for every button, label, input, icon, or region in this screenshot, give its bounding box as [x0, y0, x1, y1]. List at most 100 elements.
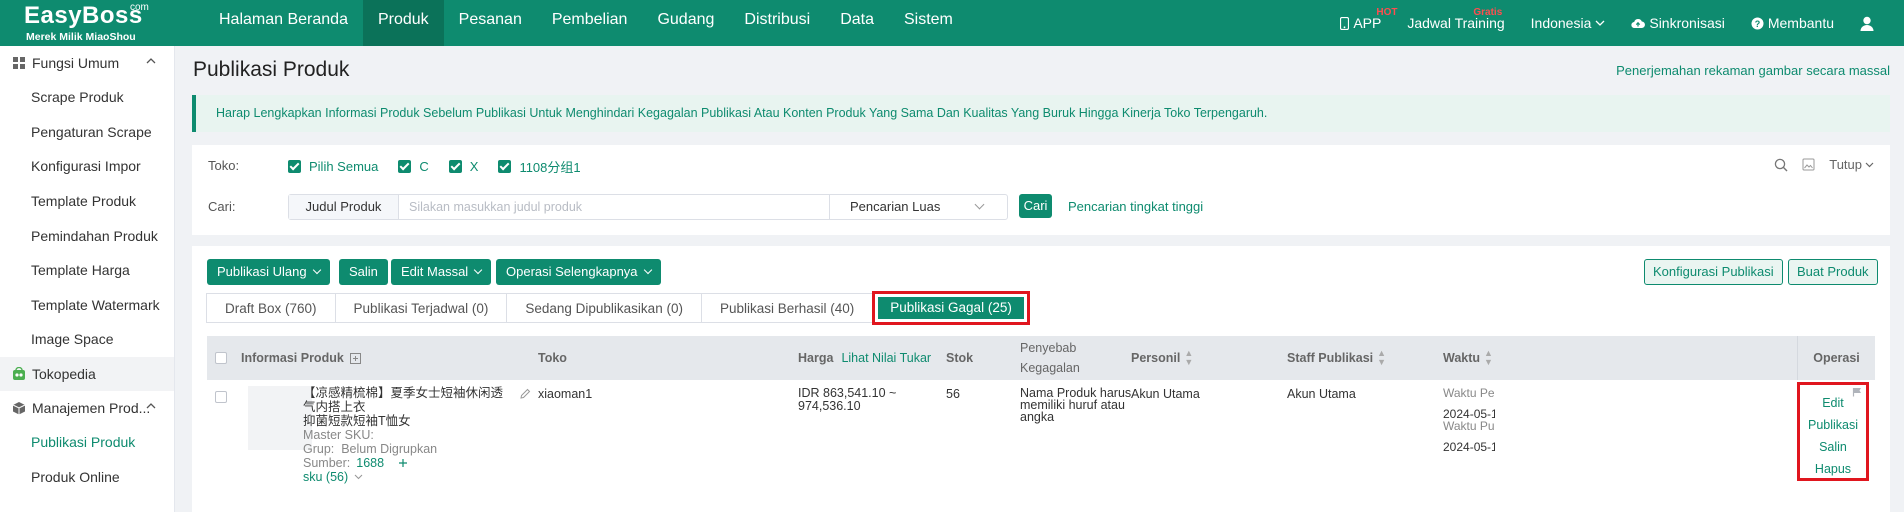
training-schedule-link[interactable]: Jadwal Training Gratis [1407, 7, 1504, 31]
store-option-label: Pilih Semua [309, 159, 379, 174]
checkbox-checked-icon [288, 160, 301, 173]
search-icon[interactable] [1774, 158, 1788, 172]
group-info: Grup: Belum Digrupkan [303, 442, 533, 456]
delete-button[interactable]: Hapus [1800, 462, 1866, 476]
sidebar-group-manajemen-produk[interactable]: Manajemen Prod... [0, 391, 174, 425]
nav-pesanan[interactable]: Pesanan [444, 0, 537, 46]
nav-sistem[interactable]: Sistem [889, 0, 968, 46]
nav-home[interactable]: Halaman Beranda [204, 0, 363, 46]
table-row: 【凉感精梳棉】夏季女士短袖休闲透气内搭上衣 抑菌短款短袖T恤女 Master S… [207, 380, 1875, 512]
sidebar-item-konfigurasi-impor[interactable]: Konfigurasi Impor [0, 149, 174, 184]
sidebar-item-template-harga[interactable]: Template Harga [0, 253, 174, 288]
main-nav: Halaman Beranda Produk Pesanan Pembelian… [204, 0, 968, 46]
sync-button[interactable]: Sinkronisasi [1631, 15, 1725, 31]
sort-icon: ▲ ▼ [1484, 348, 1493, 367]
chevron-down-icon [473, 265, 483, 275]
tab-draft-box[interactable]: Draft Box (760) [206, 293, 336, 323]
col-personnel[interactable]: Personil ▲ ▼ [1131, 336, 1193, 380]
select-all-checkbox[interactable] [215, 336, 227, 380]
col-time-label: Waktu [1443, 351, 1481, 365]
exchange-rate-link[interactable]: Lihat Nilai Tukar [841, 351, 931, 365]
col-price-label: Harga [798, 351, 834, 365]
help-button[interactable]: ? Membantu [1751, 15, 1834, 31]
chevron-up-icon [146, 58, 156, 64]
more-operations-dropdown-button[interactable]: Operasi Selengkapnya [496, 259, 661, 285]
language-label: Indonesia [1530, 15, 1592, 31]
create-product-button[interactable]: Buat Produk [1788, 259, 1878, 285]
sidebar-item-pengaturan-scrape[interactable]: Pengaturan Scrape [0, 115, 174, 150]
expand-icon[interactable] [349, 352, 361, 364]
search-mode-select[interactable]: Pencarian Luas [829, 195, 1007, 219]
sidebar-group-fungsi-umum[interactable]: Fungsi Umum [0, 46, 174, 80]
publish-button[interactable]: Publikasi [1800, 418, 1866, 432]
nav-pembelian[interactable]: Pembelian [537, 0, 643, 46]
advanced-search-link[interactable]: Pencarian tingkat tinggi [1068, 199, 1203, 214]
user-avatar[interactable] [1860, 16, 1874, 31]
store-checkbox-x[interactable]: X [448, 157, 479, 176]
tab-publishing[interactable]: Sedang Dipublikasikan (0) [506, 293, 702, 323]
nav-distribusi[interactable]: Distribusi [729, 0, 825, 46]
col-store: Toko [538, 351, 567, 365]
sidebar-item-template-watermark[interactable]: Template Watermark [0, 288, 174, 323]
notice-banner: Harap Lengkapkan Informasi Produk Sebelu… [192, 95, 1890, 132]
group-value: Belum Digrupkan [341, 442, 438, 456]
search-field-select[interactable]: Judul Produk [289, 195, 399, 219]
publish-staff-cell: Akun Utama [1287, 387, 1356, 401]
store-checkbox-select-all[interactable]: Pilih Semua [288, 157, 378, 176]
sidebar-item-produk-online[interactable]: Produk Online [0, 459, 174, 494]
sidebar-item-template-produk[interactable]: Template Produk [0, 184, 174, 219]
sidebar-item-image-space[interactable]: Image Space [0, 322, 174, 357]
bulk-edit-dropdown-button[interactable]: Edit Massal [391, 259, 492, 285]
product-title[interactable]: 【凉感精梳棉】夏季女士短袖休闲透气内搭上衣 抑菌短款短袖T恤女 [303, 386, 533, 428]
product-info-cell: 【凉感精梳棉】夏季女士短袖休闲透气内搭上衣 抑菌短款短袖T恤女 Master S… [303, 386, 533, 484]
nav-produk[interactable]: Produk [362, 0, 444, 46]
tab-publish-failed[interactable]: Publikasi Gagal (25) [872, 291, 1030, 325]
language-select[interactable]: Indonesia [1531, 15, 1606, 31]
stock-cell: 56 [946, 387, 960, 401]
search-input[interactable] [399, 195, 829, 219]
store-checkbox-1108[interactable]: 1108分组1 [498, 157, 581, 176]
nav-data[interactable]: Data [825, 0, 889, 46]
republish-dropdown-button[interactable]: Publikasi Ulang [207, 259, 330, 285]
failure-reason-line3: angka [1020, 410, 1055, 424]
row-checkbox[interactable] [215, 391, 227, 406]
price-line2: 974,536.10 [798, 399, 861, 413]
edit-title-icon[interactable] [520, 388, 531, 399]
sku-toggle[interactable]: sku (56) [303, 470, 533, 484]
copy-button[interactable]: Salin [339, 259, 388, 285]
logo[interactable]: EasyBoss com Merek Milik MiaoShou [24, 2, 154, 44]
app-button[interactable]: APP HOT [1340, 7, 1397, 31]
col-failure-reason: Penyebab Kegagalan [1020, 336, 1080, 380]
nav-gudang[interactable]: Gudang [642, 0, 729, 46]
search-button[interactable]: Cari [1019, 194, 1052, 218]
sidebar-item-publikasi-produk[interactable]: Publikasi Produk [0, 425, 174, 460]
tab-scheduled[interactable]: Publikasi Terjadwal (0) [334, 293, 508, 323]
col-time[interactable]: Waktu ▲ ▼ [1443, 336, 1493, 380]
bulk-image-translation-link[interactable]: Penerjemahan rekaman gambar secara massa… [1616, 63, 1890, 78]
plus-icon[interactable] [398, 458, 408, 468]
phone-icon [1340, 16, 1350, 30]
store-option-label: X [469, 159, 479, 174]
sidebar-item-pemindahan-produk[interactable]: Pemindahan Produk [0, 218, 174, 253]
image-search-icon[interactable] [1802, 158, 1815, 171]
product-title-line1: 【凉感精梳棉】夏季女士短袖休闲透气内搭上衣 [303, 386, 504, 414]
tab-published-success[interactable]: Publikasi Berhasil (40) [700, 293, 874, 323]
search-label: Cari: [208, 199, 236, 214]
collapse-toggle[interactable]: Tutup [1829, 157, 1874, 172]
publish-config-button[interactable]: Konfigurasi Publikasi [1644, 259, 1783, 285]
chevron-down-icon [974, 199, 985, 210]
sidebar-group-label: Manajemen Prod... [32, 399, 151, 416]
help-icon: ? [1751, 17, 1764, 29]
search-bar: Judul Produk Pencarian Luas [288, 194, 1008, 220]
edit-button[interactable]: Edit [1800, 396, 1866, 410]
price-cell: IDR 863,541.10 ~ 974,536.10 [798, 387, 896, 413]
search-mode-label: Pencarian Luas [850, 199, 941, 214]
source-link[interactable]: 1688 [356, 456, 384, 470]
sidebar-item-scrape-produk[interactable]: Scrape Produk [0, 80, 174, 115]
sidebar-group-tokopedia[interactable]: Tokopedia [0, 356, 174, 391]
grid-icon [13, 57, 25, 69]
col-publish-staff[interactable]: Staff Publikasi ▲ ▼ [1287, 336, 1386, 380]
copy-row-button[interactable]: Salin [1800, 440, 1866, 454]
store-checkbox-c[interactable]: C [398, 157, 429, 176]
product-list-panel: Publikasi Ulang Salin Edit Massal Operas… [192, 246, 1890, 512]
